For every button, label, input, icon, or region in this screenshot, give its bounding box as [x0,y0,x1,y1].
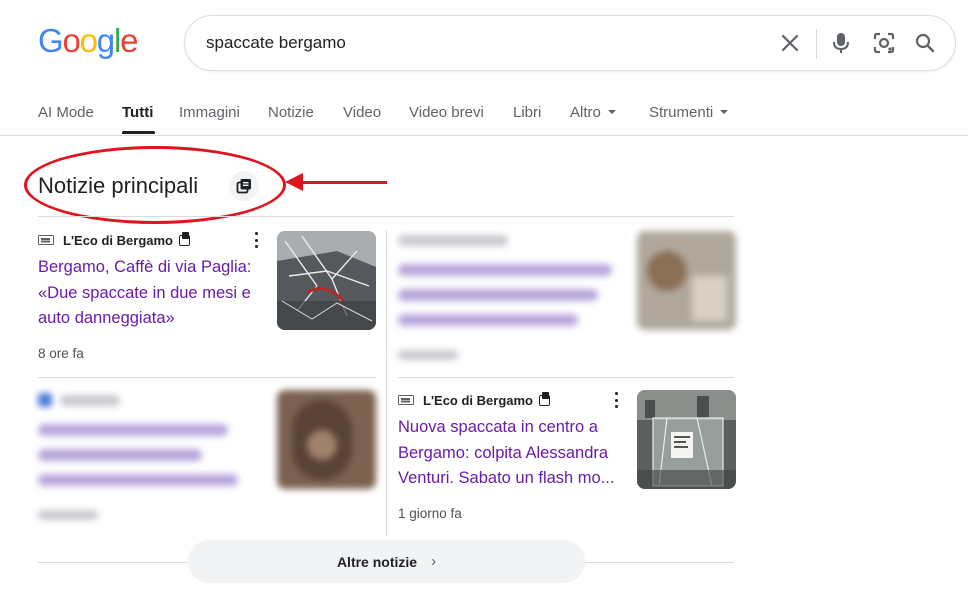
newspaper-icon [38,235,54,245]
active-tab-indicator [122,131,155,134]
annotation-ellipse [24,146,286,224]
news-time: 8 ore fa [38,346,84,361]
chevron-down-icon [720,110,729,114]
news-headline[interactable]: Bergamo, Caffè di via Paglia: «Due spacc… [38,255,266,332]
tab-strumenti[interactable]: Strumenti [649,104,729,121]
google-logo[interactable]: Google [38,22,138,60]
news-card[interactable]: L'Eco di Bergamo Bergamo, Caffè di via P… [38,230,376,370]
view-more-icon [539,391,550,406]
close-icon[interactable] [777,30,803,56]
tab-tutti[interactable]: Tutti [122,104,153,121]
search-icon[interactable] [912,30,938,56]
divider [38,216,734,217]
view-more-icon [179,231,190,246]
chevron-right-icon: › [431,553,437,570]
news-card[interactable] [398,230,736,370]
tab-notizie[interactable]: Notizie [268,104,314,121]
news-thumbnail[interactable] [637,231,736,330]
search-tabs: AI Mode Tutti Immagini Notizie Video Vid… [0,96,968,136]
tab-altro-label: Altro [570,104,601,121]
tab-ai-mode[interactable]: AI Mode [38,104,94,121]
tab-strumenti-label: Strumenti [649,104,714,121]
tab-video[interactable]: Video [343,104,381,121]
news-source: L'Eco di Bergamo [398,390,550,410]
logo-letter: o [62,22,80,59]
search-divider [816,29,817,59]
annotation-arrow-shaft [300,181,387,184]
more-options-icon[interactable] [609,392,623,408]
news-card[interactable]: L'Eco di Bergamo Nuova spaccata in centr… [398,390,736,530]
news-thumbnail[interactable] [277,231,376,330]
search-input[interactable]: spaccate bergamo [206,33,346,53]
logo-letter: G [38,22,64,59]
divider [386,230,387,536]
more-options-icon[interactable] [249,232,263,248]
newspaper-icon [398,395,414,405]
logo-letter: o [79,22,98,59]
news-source-name: L'Eco di Bergamo [63,232,173,248]
tab-immagini[interactable]: Immagini [179,104,240,121]
tab-libri[interactable]: Libri [513,104,541,121]
lens-icon[interactable] [871,30,897,56]
more-news-label: Altre notizie [336,553,418,570]
news-card[interactable] [38,390,376,530]
mic-icon[interactable] [828,30,854,56]
news-time: 1 giorno fa [398,506,462,521]
tab-video-brevi[interactable]: Video brevi [409,104,484,121]
search-bar[interactable]: spaccate bergamo [184,15,956,71]
divider [38,377,376,378]
news-source: L'Eco di Bergamo [38,230,190,250]
logo-letter: e [120,22,138,59]
tab-altro[interactable]: Altro [570,104,616,121]
logo-letter: g [96,22,115,59]
chevron-down-icon [607,110,616,114]
divider [398,377,734,378]
more-news-button[interactable]: Altre notizie › [188,540,585,583]
news-headline[interactable]: Nuova spaccata in centro a Bergamo: colp… [398,415,626,492]
news-source-name: L'Eco di Bergamo [423,392,533,408]
news-thumbnail[interactable] [637,390,736,489]
news-thumbnail[interactable] [277,390,376,489]
annotation-arrow-head [285,173,303,191]
